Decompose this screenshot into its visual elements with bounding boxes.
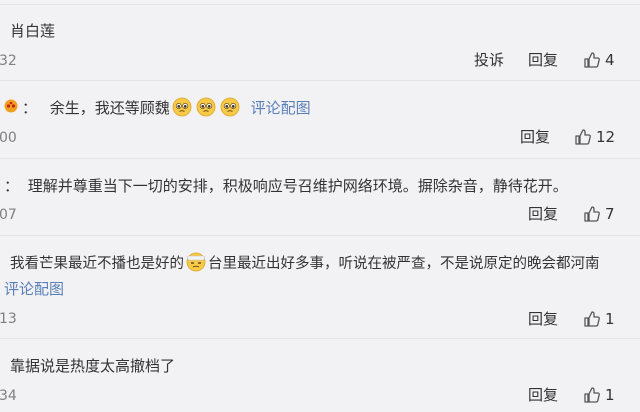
like-count: 1 (605, 310, 615, 328)
like-button[interactable]: 12 (574, 127, 615, 147)
like-button[interactable]: 1 (583, 385, 615, 405)
like-count: 12 (596, 128, 616, 146)
pleading-face-icon (196, 97, 216, 117)
thumbs-up-icon (584, 206, 600, 222)
like-button[interactable]: 4 (583, 50, 615, 70)
comment-time: 00 (0, 130, 17, 146)
report-button[interactable]: 投诉 (474, 50, 504, 70)
comment-text-row: ： 余生，我还等顾魏 评论配图 (22, 97, 311, 118)
comment-text: 余生，我还等顾魏 (49, 99, 170, 117)
comment-text-row: ： 理解并尊重当下一切的安排，积极响应号召维护网络环境。摒除杂音，静待花开。 (4, 176, 568, 196)
comment-time: 07 (0, 207, 17, 223)
thumbs-up-icon (584, 387, 600, 403)
like-count: 4 (605, 51, 615, 69)
thumbs-up-icon (575, 129, 591, 145)
reply-button[interactable]: 回复 (528, 309, 558, 329)
divider (0, 158, 640, 159)
comment-text: 理解并尊重当下一切的安排，积极响应号召维护网络环境。摒除杂音，静待花开。 (27, 177, 568, 195)
top-divider (0, 4, 640, 5)
thumbs-up-icon (584, 311, 600, 327)
divider (0, 80, 640, 81)
pleading-face-icon (172, 97, 192, 117)
reply-button[interactable]: 回复 (528, 385, 558, 405)
comment-text: 肖白莲 (10, 22, 56, 40)
reply-button[interactable]: 回复 (528, 204, 558, 224)
comment-text: 靠据说是热度太高撤档了 (10, 357, 176, 375)
reply-button[interactable]: 回复 (528, 50, 558, 70)
crown-badge-icon (2, 97, 20, 117)
comment-text-continued: 台里最近出好多事，听说在被严查，不是说原定的晚会都河南 (208, 256, 600, 272)
comment-time: 34 (0, 388, 17, 404)
comment-prefix: ： (4, 177, 20, 195)
like-count: 7 (605, 205, 615, 223)
like-count: 1 (605, 386, 615, 404)
divider (0, 338, 640, 339)
pleading-face-icon (220, 97, 240, 117)
like-button[interactable]: 1 (583, 309, 615, 329)
comment-text-row: 我看芒果最近不播也是好的 台里最近出好多事，听说在被严查，不是说原定的晚会都河南 (10, 252, 600, 274)
comment-time: 13 (0, 311, 17, 327)
comment-time: 32 (0, 53, 17, 69)
like-button[interactable]: 7 (583, 204, 615, 224)
comment-prefix: ： (22, 99, 38, 117)
thumbs-up-icon (584, 52, 600, 68)
comment-text: 我看芒果最近不播也是好的 (10, 256, 184, 272)
comment-image-link[interactable]: 评论配图 (4, 280, 64, 298)
divider (0, 235, 640, 236)
bandaged-head-face-icon (186, 252, 206, 272)
reply-button[interactable]: 回复 (520, 127, 550, 147)
comment-image-link-row: 评论配图 (4, 279, 64, 299)
comment-image-link[interactable]: 评论配图 (251, 99, 311, 117)
